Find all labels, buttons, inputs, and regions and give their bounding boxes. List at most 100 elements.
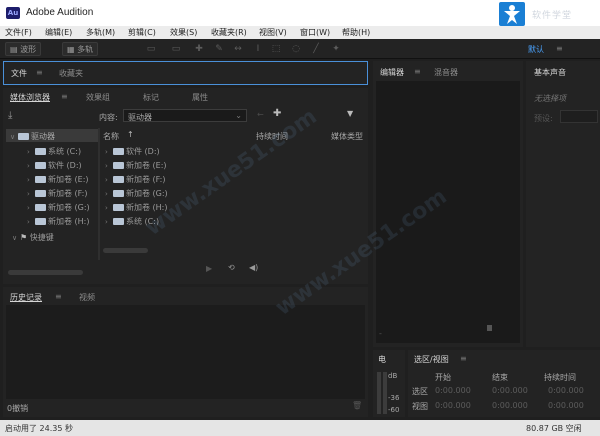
lasso-icon[interactable]: ◌ <box>290 43 302 55</box>
workspace-default[interactable]: 默认 <box>528 44 544 55</box>
menu-window[interactable]: 窗口(W) <box>300 27 330 38</box>
menu-clip[interactable]: 剪辑(C) <box>128 27 156 38</box>
files-panel: 文件 ≡ 收藏夹 <box>3 61 368 85</box>
selection-start[interactable]: 0:00.000 <box>435 386 471 395</box>
tree-item[interactable]: › 新加卷 (G:) <box>27 202 90 213</box>
row-selection-label: 选区 <box>412 387 428 396</box>
view-end[interactable]: 0:00.000 <box>492 401 528 410</box>
status-bar: 启动用了 24.35 秒 80.87 GB 空闲 <box>0 420 600 436</box>
multitrack-button[interactable]: ▦ 多轨 <box>62 42 99 56</box>
meter-right <box>383 372 387 414</box>
multitrack-label: 多轨 <box>77 45 94 54</box>
editor-menu-icon[interactable]: ≡ <box>414 67 421 76</box>
autoplay-icon[interactable]: ◀) <box>249 263 258 272</box>
chevron-down-icon: ⌄ <box>235 111 242 120</box>
waveform-label: 波形 <box>20 45 37 54</box>
no-selection-text: 无选择项 <box>534 94 566 103</box>
view-start[interactable]: 0:00.000 <box>435 401 471 410</box>
tree-item[interactable]: › 新加卷 (F:) <box>27 188 87 199</box>
tab-media-browser[interactable]: 媒体浏览器 <box>10 92 50 103</box>
tab-effects-rack[interactable]: 效果组 <box>86 92 110 103</box>
tab-properties[interactable]: 属性 <box>192 92 208 103</box>
tab-favorites[interactable]: 收藏夹 <box>59 68 83 79</box>
healing-icon[interactable]: ✦ <box>330 43 342 55</box>
editor-scroll-handle[interactable] <box>487 325 492 331</box>
menu-multitrack[interactable]: 多轨(M) <box>86 27 115 38</box>
history-panel: 历史记录 ≡ 视频 0撤销 🗑 <box>3 287 368 417</box>
filter-icon[interactable]: ▼ <box>347 109 353 118</box>
pin-icon: ⚑ <box>20 233 30 242</box>
tab-essential-sound[interactable]: 基本声音 <box>534 67 566 78</box>
brush-icon[interactable]: ╱ <box>310 43 322 55</box>
header-end: 结束 <box>492 373 508 382</box>
add-shortcut-icon[interactable]: ✚ <box>273 108 281 119</box>
status-free-space: 80.87 GB 空闲 <box>526 424 582 433</box>
view-duration[interactable]: 0:00.000 <box>548 401 584 410</box>
selection-menu-icon[interactable]: ≡ <box>460 354 467 363</box>
files-menu-icon[interactable]: ≡ <box>36 68 43 77</box>
tab-editor[interactable]: 编辑器 <box>380 67 404 78</box>
tab-history[interactable]: 历史记录 <box>10 292 42 303</box>
workspace-menu-icon[interactable]: ≡ <box>556 44 563 53</box>
list-item[interactable]: › 新加卷 (G:) <box>105 188 168 199</box>
loop-icon[interactable]: ⟲ <box>228 263 235 272</box>
db-label: dB <box>388 372 398 380</box>
list-item[interactable]: › 新加卷 (F:) <box>105 174 165 185</box>
menu-help[interactable]: 帮助(H) <box>342 27 370 38</box>
menu-effects[interactable]: 效果(S) <box>170 27 197 38</box>
import-icon[interactable]: ⤓ <box>8 110 12 121</box>
level-meter-panel: 电 dB -36 -60 <box>373 350 405 417</box>
tree-item[interactable]: › 系统 (C:) <box>27 146 81 157</box>
tree-selected-row[interactable]: ∨ 驱动器 <box>6 129 98 142</box>
tab-markers[interactable]: 标记 <box>143 92 159 103</box>
menu-view[interactable]: 视图(V) <box>259 27 287 38</box>
content-dropdown-value: 驱动器 <box>128 113 152 122</box>
list-item[interactable]: › 软件 (D:) <box>105 146 160 157</box>
spectral-icon[interactable]: ▭ <box>145 43 157 55</box>
sort-arrow-icon: ↑ <box>127 130 134 139</box>
list-scrollbar[interactable] <box>103 248 148 253</box>
title-bar: Au Adobe Audition 软件学堂 <box>0 0 600 26</box>
tree-item[interactable]: › 新加卷 (E:) <box>27 174 89 185</box>
menu-favorites[interactable]: 收藏夹(R) <box>211 27 247 38</box>
history-menu-icon[interactable]: ≡ <box>55 292 62 301</box>
preset-dropdown[interactable] <box>560 110 598 123</box>
tab-mixer[interactable]: 混音器 <box>434 67 458 78</box>
slip-tool-icon[interactable]: ↔ <box>232 43 244 55</box>
trash-icon[interactable]: 🗑 <box>352 401 362 410</box>
tree-shortcuts[interactable]: ∨ ⚑ 快捷键 <box>12 232 54 243</box>
move-tool-icon[interactable]: ✚ <box>193 43 205 55</box>
content-dropdown[interactable]: 驱动器 ⌄ <box>123 109 247 122</box>
menu-file[interactable]: 文件(F) <box>5 27 32 38</box>
selection-duration[interactable]: 0:00.000 <box>548 386 584 395</box>
tab-video[interactable]: 视频 <box>79 292 95 303</box>
time-selection-icon[interactable]: I <box>252 43 264 55</box>
column-media-type[interactable]: 媒体类型 <box>331 131 363 142</box>
menu-edit[interactable]: 编辑(E) <box>45 27 72 38</box>
razor-tool-icon[interactable]: ✎ <box>213 43 225 55</box>
header-start: 开始 <box>435 373 451 382</box>
tab-files[interactable]: 文件 <box>11 68 27 79</box>
tree-scrollbar[interactable] <box>8 270 83 275</box>
list-item[interactable]: › 新加卷 (E:) <box>105 160 167 171</box>
selection-end[interactable]: 0:00.000 <box>492 386 528 395</box>
tab-levels[interactable]: 电 <box>378 354 386 365</box>
app-icon: Au <box>6 7 20 19</box>
column-name[interactable]: 名称 <box>103 131 119 142</box>
tree-root-label: 驱动器 <box>31 132 55 141</box>
essential-sound-panel: 基本声音 无选择项 预设: <box>526 61 600 347</box>
media-browser-menu-icon[interactable]: ≡ <box>61 92 68 101</box>
back-arrow-icon[interactable]: ← <box>257 110 264 119</box>
waveform-button[interactable]: ▤ 波形 <box>5 42 42 56</box>
editor-marker-icon: - <box>379 329 382 338</box>
play-icon[interactable]: ▶ <box>206 264 212 273</box>
toolbar: ▤ 波形 ▦ 多轨 ▭ ▭ ✚ ✎ ↔ I ⬚ ◌ ╱ ✦ 默认 ≡ <box>0 39 600 59</box>
site-logo-icon <box>499 2 525 26</box>
tab-selection-view[interactable]: 选区/视图 <box>414 354 449 365</box>
tree-item[interactable]: › 新加卷 (H:) <box>27 216 90 227</box>
marquee-icon[interactable]: ⬚ <box>270 43 282 55</box>
pitch-icon[interactable]: ▭ <box>170 43 182 55</box>
multitrack-icon: ▦ <box>67 45 78 54</box>
row-view-label: 视图 <box>412 402 428 411</box>
tree-item[interactable]: › 软件 (D:) <box>27 160 82 171</box>
